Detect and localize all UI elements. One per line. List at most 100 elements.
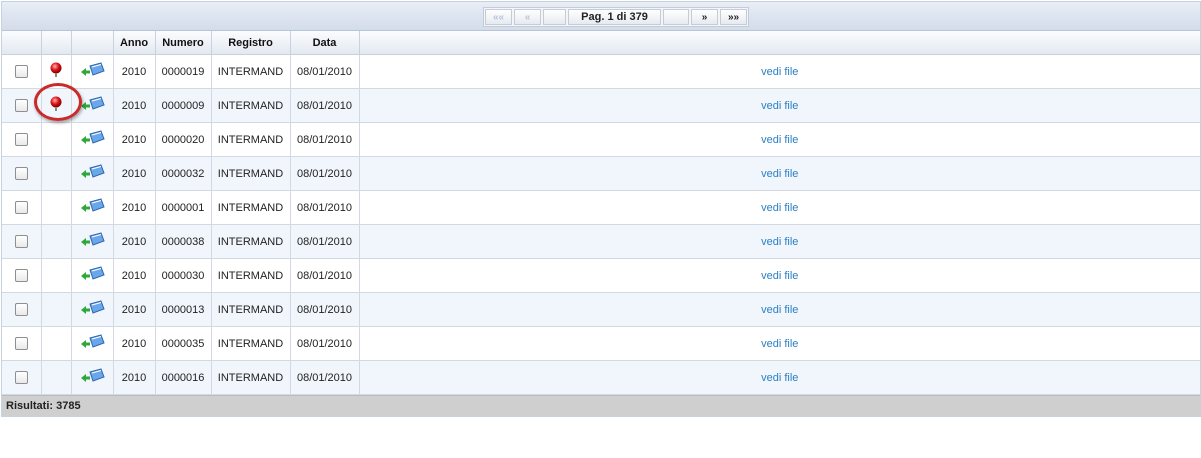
select-cell (2, 122, 42, 157)
table-row[interactable]: 2010 0000035 INTERMAND 08/01/2010 vedi f… (2, 326, 1200, 361)
registro-cell: INTERMAND (211, 122, 291, 157)
flag-cell (41, 258, 72, 293)
red-pin-icon[interactable] (34, 83, 82, 121)
view-file-link[interactable]: vedi file (761, 304, 798, 316)
select-cell (2, 190, 42, 225)
open-document-icon[interactable] (79, 130, 105, 146)
header-action (71, 31, 114, 55)
row-checkbox[interactable] (14, 201, 28, 214)
header-file (359, 31, 1200, 55)
pager-spacer-right (663, 9, 689, 25)
open-document-icon[interactable] (79, 96, 105, 112)
first-page-button[interactable]: «« (485, 9, 512, 25)
numero-cell: 0000038 (155, 224, 212, 259)
table-header-row: Anno Numero Registro Data (2, 31, 1200, 55)
last-page-button[interactable]: »» (720, 9, 747, 25)
previous-page-button[interactable]: « (514, 9, 541, 25)
anno-cell: 2010 (113, 190, 156, 225)
table-row[interactable]: 2010 0000001 INTERMAND 08/01/2010 vedi f… (2, 190, 1200, 225)
action-cell (71, 54, 114, 89)
numero-cell: 0000016 (155, 360, 212, 395)
page-info: Pag. 1 di 379 (568, 9, 661, 25)
header-registro[interactable]: Registro (211, 31, 291, 55)
table-row[interactable]: 2010 0000038 INTERMAND 08/01/2010 vedi f… (2, 224, 1200, 259)
header-anno[interactable]: Anno (113, 31, 156, 55)
flag-cell (41, 224, 72, 259)
row-checkbox[interactable] (14, 303, 28, 316)
view-file-link[interactable]: vedi file (761, 202, 798, 214)
row-checkbox[interactable] (14, 371, 28, 384)
table-row[interactable]: 2010 0000016 INTERMAND 08/01/2010 vedi f… (2, 360, 1200, 395)
select-cell (2, 258, 42, 293)
data-cell: 08/01/2010 (290, 156, 360, 191)
file-cell: vedi file (359, 88, 1200, 123)
row-checkbox[interactable] (14, 269, 28, 282)
header-select (2, 31, 42, 55)
row-checkbox[interactable] (14, 99, 28, 112)
open-document-icon[interactable] (79, 334, 105, 350)
open-document-icon[interactable] (79, 232, 105, 248)
pager-spacer (543, 9, 566, 25)
action-cell (71, 224, 114, 259)
view-file-link[interactable]: vedi file (761, 372, 798, 384)
open-document-icon[interactable] (79, 62, 105, 78)
table-row[interactable]: 2010 0000032 INTERMAND 08/01/2010 vedi f… (2, 156, 1200, 191)
open-document-icon[interactable] (79, 266, 105, 282)
table-row[interactable]: 2010 0000019 INTERMAND 08/01/2010 vedi f… (2, 54, 1200, 89)
numero-cell: 0000020 (155, 122, 212, 157)
numero-cell: 0000013 (155, 292, 212, 327)
row-checkbox[interactable] (14, 65, 28, 78)
select-cell (2, 54, 42, 89)
open-document-icon[interactable] (79, 198, 105, 214)
data-cell: 08/01/2010 (290, 360, 360, 395)
header-data[interactable]: Data (290, 31, 360, 55)
anno-cell: 2010 (113, 360, 156, 395)
view-file-link[interactable]: vedi file (761, 270, 798, 282)
anno-cell: 2010 (113, 54, 156, 89)
anno-cell: 2010 (113, 292, 156, 327)
red-pin-icon[interactable] (49, 62, 63, 78)
row-checkbox[interactable] (14, 337, 28, 350)
data-cell: 08/01/2010 (290, 88, 360, 123)
table-row[interactable]: 2010 0000013 INTERMAND 08/01/2010 vedi f… (2, 292, 1200, 327)
flag-cell (41, 326, 72, 361)
action-cell (71, 292, 114, 327)
view-file-link[interactable]: vedi file (761, 134, 798, 146)
open-document-icon[interactable] (79, 368, 105, 384)
next-page-button[interactable]: » (691, 9, 718, 25)
file-cell: vedi file (359, 190, 1200, 225)
view-file-link[interactable]: vedi file (761, 100, 798, 112)
registro-cell: INTERMAND (211, 88, 291, 123)
registro-cell: INTERMAND (211, 54, 291, 89)
table-row[interactable]: 2010 0000020 INTERMAND 08/01/2010 vedi f… (2, 122, 1200, 157)
flag-cell (41, 360, 72, 395)
data-cell: 08/01/2010 (290, 224, 360, 259)
registro-cell: INTERMAND (211, 258, 291, 293)
flag-cell (41, 292, 72, 327)
select-cell (2, 292, 42, 327)
results-grid: «« « Pag. 1 di 379 » »» Anno Numero Regi… (1, 1, 1201, 417)
data-cell: 08/01/2010 (290, 54, 360, 89)
numero-cell: 0000019 (155, 54, 212, 89)
view-file-link[interactable]: vedi file (761, 168, 798, 180)
open-document-icon[interactable] (79, 164, 105, 180)
data-cell: 08/01/2010 (290, 292, 360, 327)
flag-cell (41, 122, 72, 157)
table-row[interactable]: 2010 0000009 INTERMAND 08/01/2010 vedi f… (2, 83, 1200, 123)
numero-cell: 0000030 (155, 258, 212, 293)
open-document-icon[interactable] (79, 300, 105, 316)
registro-cell: INTERMAND (211, 224, 291, 259)
numero-cell: 0000035 (155, 326, 212, 361)
row-checkbox[interactable] (14, 235, 28, 248)
select-cell (2, 156, 42, 191)
table-row[interactable]: 2010 0000030 INTERMAND 08/01/2010 vedi f… (2, 258, 1200, 293)
view-file-link[interactable]: vedi file (761, 236, 798, 248)
file-cell: vedi file (359, 360, 1200, 395)
row-checkbox[interactable] (14, 167, 28, 180)
row-checkbox[interactable] (14, 133, 28, 146)
data-cell: 08/01/2010 (290, 190, 360, 225)
header-numero[interactable]: Numero (155, 31, 212, 55)
view-file-link[interactable]: vedi file (761, 66, 798, 78)
registro-cell: INTERMAND (211, 156, 291, 191)
view-file-link[interactable]: vedi file (761, 338, 798, 350)
